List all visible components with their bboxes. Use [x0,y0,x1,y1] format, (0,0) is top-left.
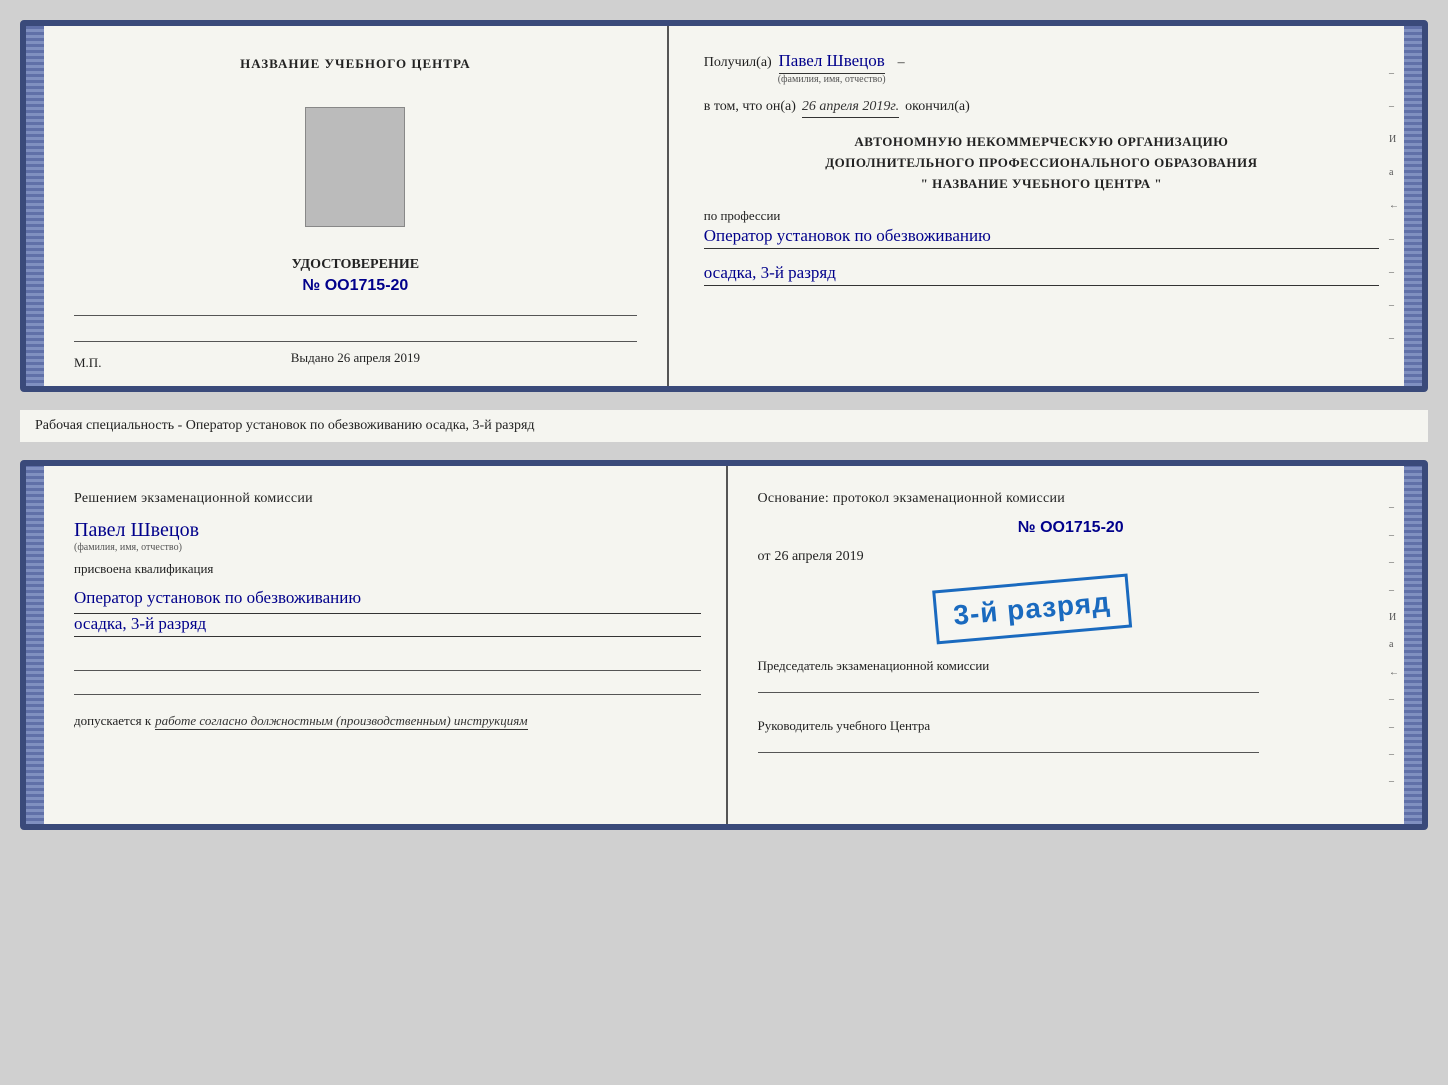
middle-label: Рабочая специальность - Оператор установ… [20,410,1428,442]
допускается-value: работе согласно должностным (производств… [155,713,527,730]
document-top: НАЗВАНИЕ УЧЕБНОГО ЦЕНТРА УДОСТОВЕРЕНИЕ №… [20,20,1428,392]
spine-left-bottom [26,466,44,824]
grade-bottom: осадка, 3-й разряд [74,614,701,637]
protocol-number: № OO1715-20 [758,519,1385,537]
qualification-value: Оператор установок по обезвоживанию [74,585,701,614]
person-name: Павел Швецов [74,519,701,542]
person-block: Павел Швецов (фамилия, имя, отчество) [74,519,701,553]
fio-label-bottom: (фамилия, имя, отчество) [74,542,701,553]
doc-bottom-right: Основание: протокол экзаменационной коми… [728,466,1405,824]
commission-title: Решением экзаменационной комиссии [74,491,701,507]
допускается-line: допускается к работе согласно должностны… [74,713,701,730]
profession-block: по профессии Оператор установок по обезв… [704,208,1379,249]
photo-placeholder [305,107,405,227]
doc-top-left: НАЗВАНИЕ УЧЕБНОГО ЦЕНТРА УДОСТОВЕРЕНИЕ №… [44,26,669,386]
from-date-value: 26 апреля 2019 [774,549,863,565]
profession-label: по профессии [704,208,1379,224]
cert-number: № OO1715-20 [302,277,408,295]
issued-label: Выдано [291,350,334,365]
doc-bottom-left: Решением экзаменационной комиссии Павел … [44,466,728,824]
head-title: Руководитель учебного Центра [758,717,1385,735]
org-line1: АВТОНОМНУЮ НЕКОММЕРЧЕСКУЮ ОРГАНИЗАЦИЮ [704,132,1379,153]
org-line2: ДОПОЛНИТЕЛЬНОГО ПРОФЕССИОНАЛЬНОГО ОБРАЗО… [704,153,1379,174]
org-block: АВТОНОМНУЮ НЕКОММЕРЧЕСКУЮ ОРГАНИЗАЦИЮ ДО… [704,132,1379,194]
issued-date: 26 апреля 2019 [337,350,420,365]
stamp: 3-й разряд [932,574,1132,645]
org-line3: " НАЗВАНИЕ УЧЕБНОГО ЦЕНТРА " [704,174,1379,195]
bottom-line-1 [74,653,701,671]
spine-left-top [26,26,44,386]
edge-right-top [1404,26,1422,386]
dash-lines-top: – – И а ← – – – – [1389,26,1399,386]
received-line: Получил(а) Павел Швецов (фамилия, имя, о… [704,51,1379,85]
chairman-block: Председатель экзаменационной комиссии [758,657,1385,693]
chairman-signature-line [758,675,1259,693]
cert-title: УДОСТОВЕРЕНИЕ [292,257,419,273]
bottom-lines [74,653,701,695]
edge-right-bottom [1404,466,1422,824]
profession-value: Оператор установок по обезвоживанию [704,226,1379,249]
mp-label: М.П. [74,355,101,371]
head-signature-line [758,735,1259,753]
center-name-top: НАЗВАНИЕ УЧЕБНОГО ЦЕНТРА [240,56,471,72]
received-label: Получил(а) [704,55,772,71]
inthat-label: в том, что он(а) [704,99,796,115]
issued-line: Выдано 26 апреля 2019 [74,341,637,366]
grade-value-top: осадка, 3-й разряд [704,263,1379,286]
chairman-title: Председатель экзаменационной комиссии [758,657,1385,675]
doc-top-right: Получил(а) Павел Швецов (фамилия, имя, о… [669,26,1404,386]
bottom-line-2 [74,677,701,695]
date-value: 26 апреля 2019г. [802,99,899,118]
stamp-text: 3-й разряд [952,586,1112,632]
from-label: от [758,549,771,565]
document-bottom: Решением экзаменационной комиссии Павел … [20,460,1428,830]
head-block: Руководитель учебного Центра [758,717,1385,753]
qualification-label: присвоена квалификация [74,561,701,577]
finished-label: окончил(а) [905,99,970,115]
from-date-block: от 26 апреля 2019 [758,549,1385,565]
page-wrapper: НАЗВАНИЕ УЧЕБНОГО ЦЕНТРА УДОСТОВЕРЕНИЕ №… [20,20,1428,830]
dash-lines-bottom: – – – – И а ← – – – – [1389,466,1399,824]
допускается-label: допускается к [74,713,151,729]
qualification-block: Оператор установок по обезвоживанию осад… [74,585,701,637]
received-name: Павел Швецов [779,51,885,74]
fio-label-top: (фамилия, имя, отчество) [778,74,886,85]
inthat-line: в том, что он(а) 26 апреля 2019г. окончи… [704,99,1379,118]
basis-line: Основание: протокол экзаменационной коми… [758,491,1385,507]
